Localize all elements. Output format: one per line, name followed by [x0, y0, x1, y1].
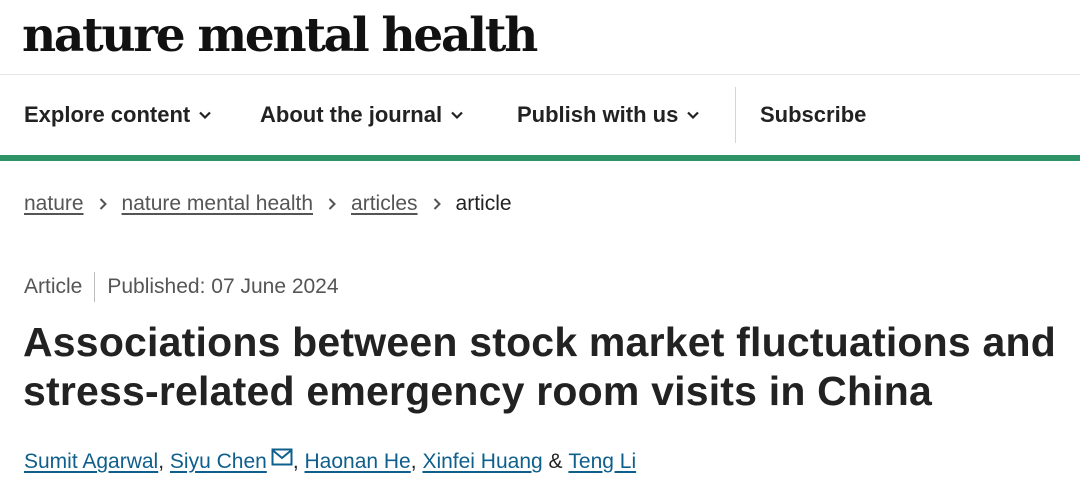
nav-about-journal-label: About the journal: [260, 102, 443, 127]
nav-subscribe[interactable]: Subscribe: [760, 75, 866, 155]
author-separator: ,: [292, 450, 299, 473]
masthead: nature mental health: [0, 0, 1080, 75]
breadcrumb-link-nature[interactable]: nature: [24, 192, 84, 216]
author-separator: ,: [158, 450, 165, 473]
author-list: Sumit Agarwal, Siyu Chen, Haonan He, Xin…: [24, 448, 636, 474]
article-title: Associations between stock market fluctu…: [23, 319, 1056, 414]
author-link[interactable]: Siyu Chen: [170, 450, 267, 474]
author-ampersand: &: [548, 450, 563, 473]
nav-explore-content-label: Explore content: [24, 102, 191, 127]
author-link[interactable]: Sumit Agarwal: [24, 450, 158, 474]
author-link[interactable]: Teng Li: [568, 450, 636, 474]
author-link[interactable]: Xinfei Huang: [422, 450, 542, 474]
chevron-right-icon: [432, 197, 442, 211]
article-meta: Article Published: 07 June 2024: [24, 272, 339, 302]
chevron-down-icon: [198, 108, 212, 122]
chevron-down-icon: [450, 108, 464, 122]
chevron-down-icon: [686, 108, 700, 122]
nav-divider: [735, 87, 736, 143]
journal-logo[interactable]: nature mental health: [22, 4, 538, 68]
nav-subscribe-label: Subscribe: [760, 102, 867, 127]
meta-divider: [94, 272, 96, 302]
publish-date: Published: 07 June 2024: [107, 275, 339, 298]
chevron-right-icon: [327, 197, 337, 211]
article-type: Article: [24, 275, 83, 298]
breadcrumb-link-journal[interactable]: nature mental health: [122, 192, 313, 216]
nav-explore-content[interactable]: Explore content: [24, 75, 212, 155]
author-link[interactable]: Haonan He: [305, 450, 411, 474]
breadcrumb-current: article: [455, 192, 512, 215]
nav-publish-with-us[interactable]: Publish with us: [517, 75, 700, 155]
nav-about-journal[interactable]: About the journal: [260, 75, 464, 155]
main-nav: Explore content About the journal Publis…: [0, 75, 1080, 161]
breadcrumb-link-articles[interactable]: articles: [351, 192, 418, 216]
author-separator: ,: [410, 450, 417, 473]
nav-publish-with-us-label: Publish with us: [517, 102, 679, 127]
chevron-right-icon: [98, 197, 108, 211]
breadcrumb: nature nature mental health articles art…: [24, 192, 512, 216]
mail-icon[interactable]: [271, 448, 293, 466]
